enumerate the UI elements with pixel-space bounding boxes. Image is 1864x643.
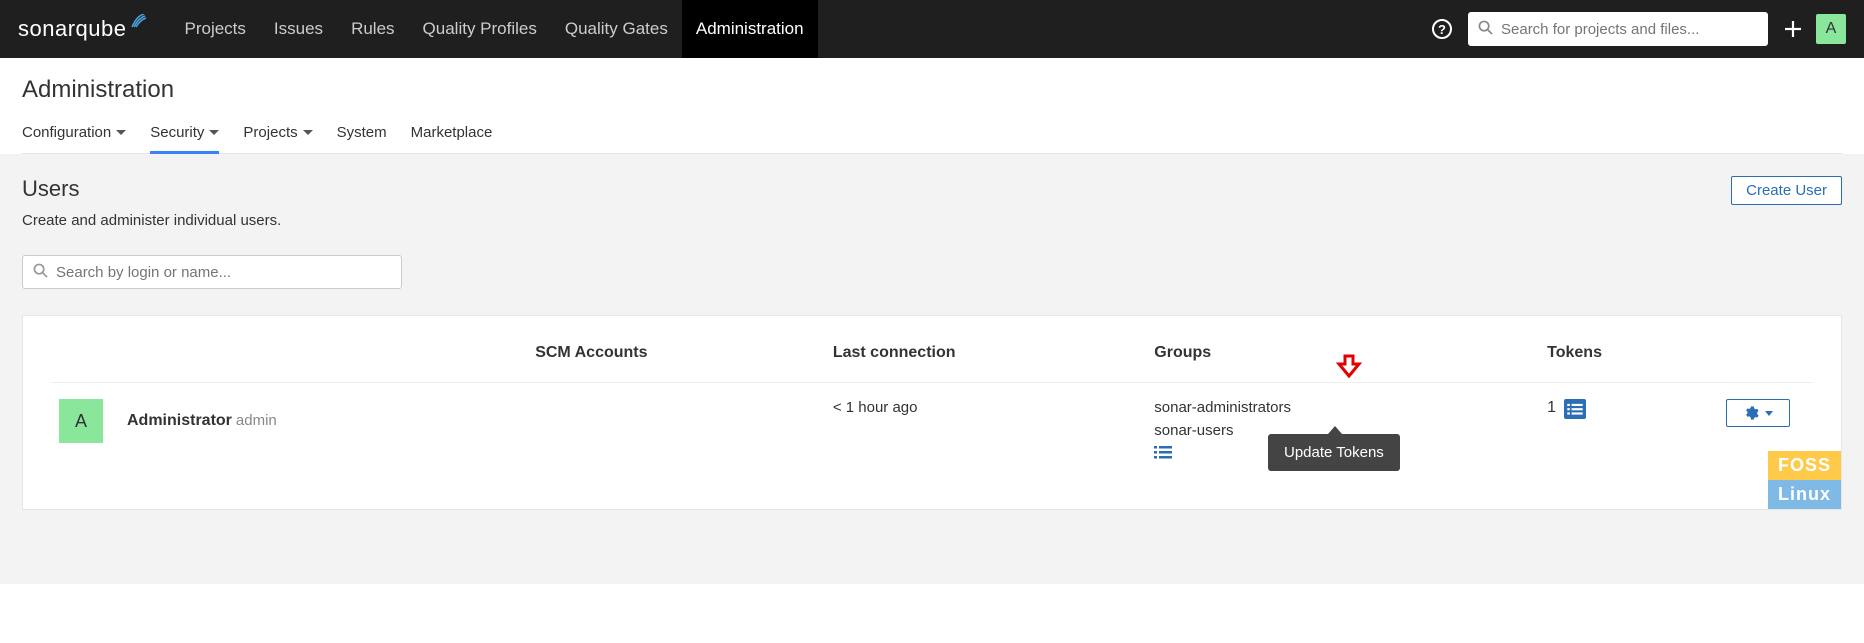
nav-item-administration[interactable]: Administration <box>682 0 818 58</box>
table-row: A Administratoradmin < 1 hour ago sonar-adm… <box>51 383 1813 486</box>
user-login: admin <box>236 412 277 429</box>
page-title: Administration <box>22 76 1842 104</box>
subnav-item-configuration[interactable]: Configuration <box>22 118 126 154</box>
user-cell: A Administratoradmin <box>59 399 519 443</box>
chevron-down-icon <box>116 130 126 135</box>
users-table-card: SCM Accounts Last connection Groups Toke… <box>22 315 1842 510</box>
svg-text:?: ? <box>1438 22 1446 37</box>
arrow-annotation-icon <box>1335 354 1363 383</box>
help-icon[interactable]: ? <box>1432 19 1452 39</box>
brand-logo[interactable]: sonarqube <box>18 16 151 42</box>
col-tokens: Tokens <box>1539 328 1718 383</box>
chevron-down-icon <box>209 130 219 135</box>
nav-item-rules[interactable]: Rules <box>337 0 408 58</box>
watermark-bottom: Linux <box>1768 480 1841 509</box>
chevron-down-icon <box>1765 411 1773 416</box>
user-name: Administrator <box>127 412 232 429</box>
chevron-down-icon <box>303 130 313 135</box>
search-icon <box>1478 20 1493 38</box>
nav-items: ProjectsIssuesRulesQuality ProfilesQuali… <box>171 0 818 58</box>
last-connection-cell: < 1 hour ago <box>825 383 1146 486</box>
update-tokens-button[interactable] <box>1564 399 1586 419</box>
subnav-item-system[interactable]: System <box>337 118 387 154</box>
user-actions-button[interactable] <box>1726 399 1790 427</box>
watermark-top: FOSS <box>1768 451 1841 480</box>
row-avatar: A <box>59 399 103 443</box>
admin-subnav: Configuration Security Projects System Marke… <box>22 118 1842 154</box>
update-tokens-tooltip: Update Tokens <box>1268 434 1400 471</box>
create-user-button[interactable]: Create User <box>1731 176 1842 205</box>
subnav-item-security[interactable]: Security <box>150 118 219 154</box>
brand-part1: sonar <box>18 16 76 42</box>
manage-groups-icon[interactable] <box>1154 445 1172 463</box>
subnav-item-marketplace[interactable]: Marketplace <box>411 118 493 154</box>
brand-part2: qube <box>76 16 127 42</box>
scm-cell <box>527 383 825 486</box>
brand-wave-icon <box>131 8 151 34</box>
section-title: Users <box>22 176 281 202</box>
top-navbar: sonarqube ProjectsIssuesRulesQuality Pro… <box>0 0 1864 58</box>
plus-icon[interactable] <box>1784 20 1802 38</box>
token-count: 1 <box>1547 399 1556 417</box>
col-last: Last connection <box>825 328 1146 383</box>
col-scm: SCM Accounts <box>527 328 825 383</box>
search-icon <box>33 263 48 281</box>
avatar-initial: A <box>1826 20 1837 38</box>
tokens-cell: 1 <box>1547 399 1710 419</box>
nav-item-quality-profiles[interactable]: Quality Profiles <box>409 0 551 58</box>
user-avatar[interactable]: A <box>1816 14 1846 44</box>
global-search[interactable] <box>1468 12 1768 46</box>
group-item: sonar-administrators <box>1154 399 1531 416</box>
page-header: Administration Configuration Security Proj… <box>0 58 1864 154</box>
global-search-input[interactable] <box>1501 21 1758 38</box>
subnav-item-projects[interactable]: Projects <box>243 118 312 154</box>
nav-item-projects[interactable]: Projects <box>171 0 260 58</box>
user-search-input[interactable] <box>56 264 391 281</box>
user-search-box[interactable] <box>22 255 402 289</box>
nav-item-quality-gates[interactable]: Quality Gates <box>551 0 682 58</box>
nav-item-issues[interactable]: Issues <box>260 0 337 58</box>
content-area: Users Create and administer individual u… <box>0 154 1864 584</box>
users-table: SCM Accounts Last connection Groups Toke… <box>51 328 1813 485</box>
section-description: Create and administer individual users. <box>22 212 281 229</box>
watermark: FOSS Linux <box>1768 451 1841 509</box>
